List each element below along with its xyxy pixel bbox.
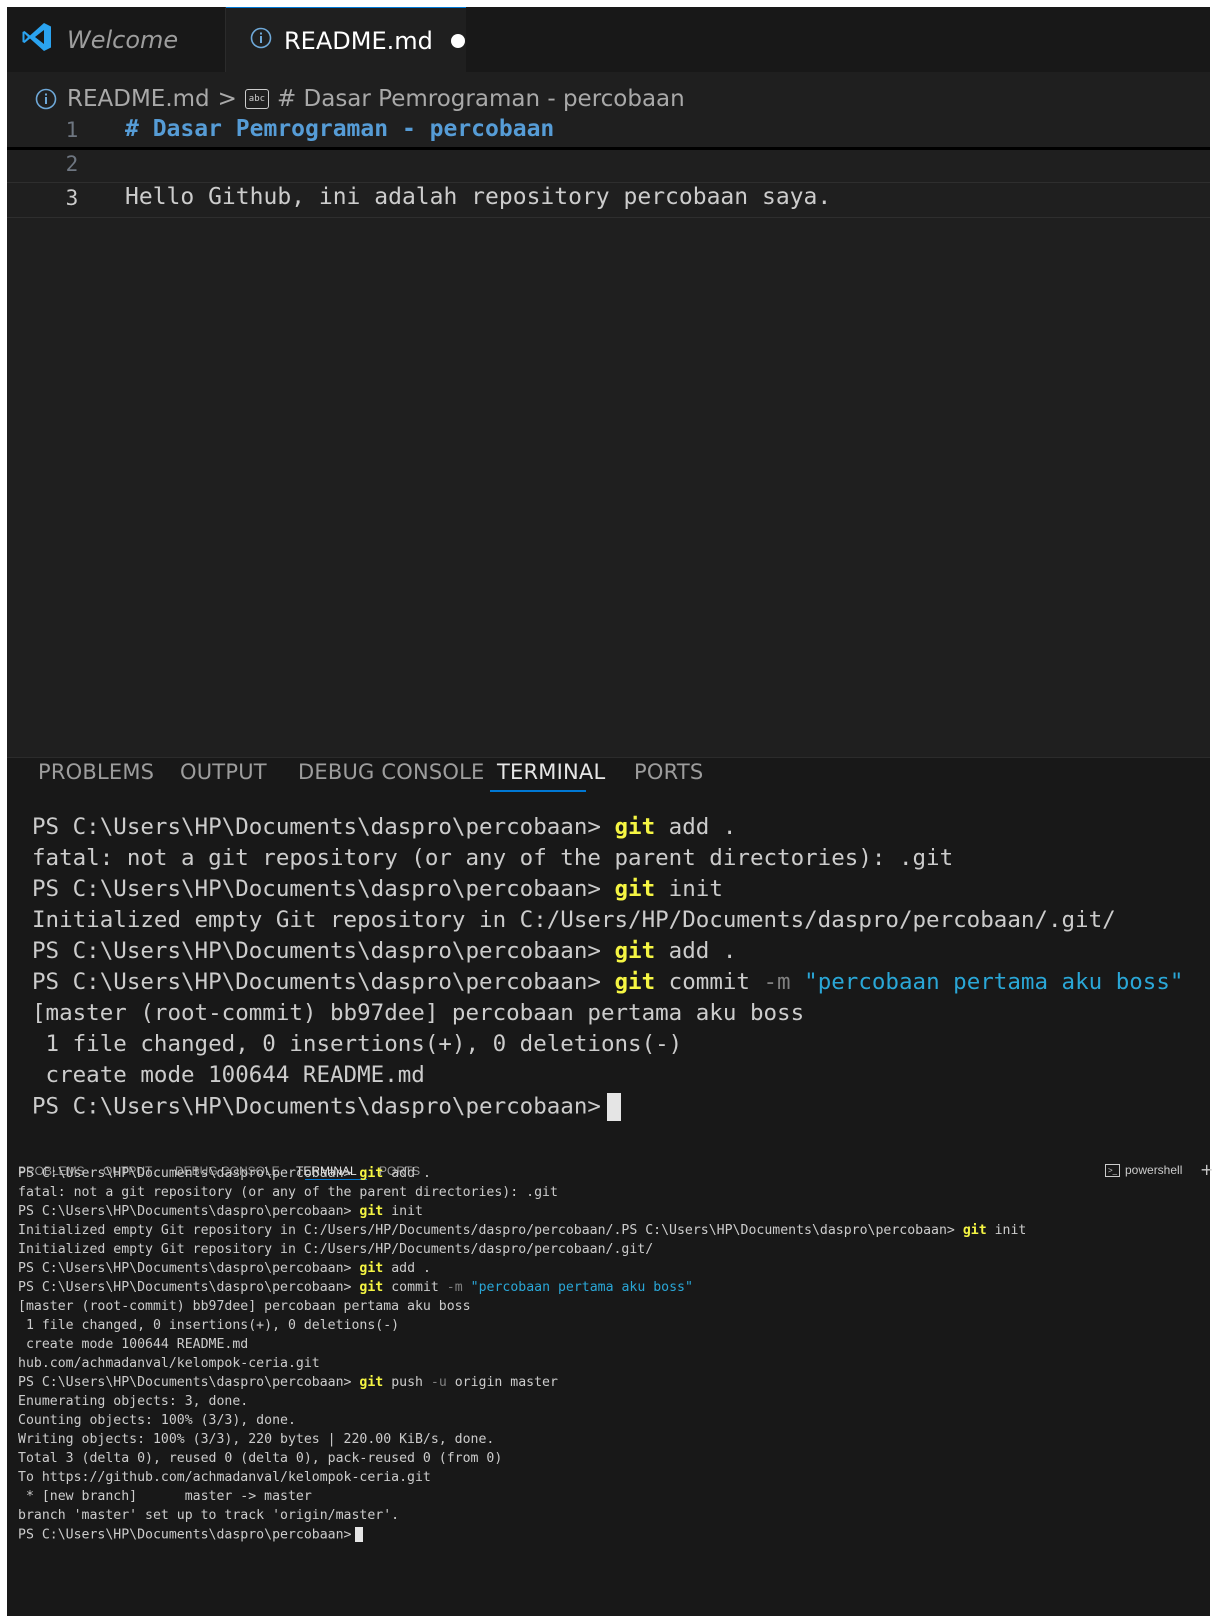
terminal-line: Total 3 (delta 0), reused 0 (delta 0), p… — [18, 1451, 503, 1466]
breadcrumb-separator: > — [217, 86, 237, 112]
line-separator — [7, 147, 1210, 150]
terminal-line: create mode 100644 README.md — [18, 1337, 249, 1352]
terminal-icon: >_ — [1105, 1163, 1120, 1177]
terminal-line: PS C:\Users\HP\Documents\daspro\percobaa… — [18, 1204, 423, 1219]
terminal-line: PS C:\Users\HP\Documents\daspro\percobaa… — [18, 1166, 431, 1181]
tab-output[interactable]: OUTPUT — [180, 760, 267, 784]
terminal-line: [master (root-commit) bb97dee] percobaan… — [18, 1299, 471, 1314]
tab-ports[interactable]: PORTS — [634, 760, 703, 784]
terminal-line: fatal: not a git repository (or any of t… — [18, 1185, 558, 1200]
terminal-line: Initialized empty Git repository in C:/U… — [32, 907, 1116, 933]
active-tab-indicator — [490, 790, 586, 792]
terminal-prompt-line[interactable]: PS C:\Users\HP\Documents\daspro\percobaa… — [18, 1527, 364, 1543]
terminal-line: branch 'master' set up to track 'origin/… — [18, 1508, 400, 1523]
terminal-line: PS C:\Users\HP\Documents\daspro\percobaa… — [32, 938, 737, 964]
terminal-line: fatal: not a git repository (or any of t… — [32, 845, 954, 871]
terminal-line: * [new branch] master -> master — [18, 1489, 312, 1504]
vscode-logo-icon — [21, 21, 53, 59]
tab-debug-console[interactable]: DEBUG CONSOLE — [298, 760, 485, 784]
info-icon — [35, 88, 57, 110]
tab-welcome[interactable]: Welcome — [7, 7, 226, 72]
line-number: 1 — [65, 118, 79, 142]
line-number: 3 — [65, 186, 79, 210]
code-line[interactable]: Hello Github, ini adalah repository perc… — [125, 184, 831, 210]
terminal-line: PS C:\Users\HP\Documents\daspro\percobaa… — [18, 1375, 558, 1390]
terminal-line: create mode 100644 README.md — [32, 1062, 425, 1088]
terminal-line: 1 file changed, 0 insertions(+), 0 delet… — [32, 1031, 683, 1057]
terminal-line: Counting objects: 100% (3/3), done. — [18, 1413, 296, 1428]
terminal-line: To https://github.com/achmadanval/kelomp… — [18, 1470, 431, 1485]
tab-welcome-label: Welcome — [67, 25, 179, 54]
terminal-line: Writing objects: 100% (3/3), 220 bytes |… — [18, 1432, 495, 1447]
terminal-line: 1 file changed, 0 insertions(+), 0 delet… — [18, 1318, 400, 1333]
terminal-line: Initialized empty Git repository in C:/U… — [18, 1223, 1027, 1238]
shell-selector[interactable]: >_ powershell — [1105, 1163, 1182, 1177]
terminal-line: PS C:\Users\HP\Documents\daspro\percobaa… — [32, 876, 723, 902]
shell-label: powershell — [1125, 1163, 1183, 1177]
breadcrumb: README.md > abc # Dasar Pemrograman - pe… — [35, 79, 685, 119]
terminal-line: [master (root-commit) bb97dee] percobaan… — [32, 1000, 805, 1026]
tab-readme-label: README.md — [284, 26, 433, 55]
string-symbol-icon: abc — [244, 89, 269, 109]
terminal-cursor — [355, 1527, 364, 1542]
tab-terminal[interactable]: TERMINAL — [497, 760, 605, 784]
code-line-heading[interactable]: # Dasar Pemrograman - percobaan — [125, 116, 554, 142]
terminal-line: PS C:\Users\HP\Documents\daspro\percobaa… — [18, 1261, 431, 1276]
unsaved-dot-icon[interactable] — [450, 33, 465, 48]
info-icon — [250, 27, 272, 55]
terminal-line: PS C:\Users\HP\Documents\daspro\percobaa… — [32, 969, 1184, 995]
plus-icon[interactable]: + — [1200, 1160, 1213, 1179]
breadcrumb-file[interactable]: README.md — [67, 86, 210, 112]
terminal-line: PS C:\Users\HP\Documents\daspro\percobaa… — [32, 814, 737, 840]
terminal-line: PS C:\Users\HP\Documents\daspro\percobaa… — [18, 1280, 693, 1295]
terminal-line: Enumerating objects: 3, done. — [18, 1394, 249, 1409]
tab-readme[interactable]: README.md — [226, 7, 466, 73]
terminal-line: hub.com/achmadanval/kelompok-ceria.git — [18, 1356, 320, 1371]
breadcrumb-symbol[interactable]: # Dasar Pemrograman - percobaan — [277, 86, 685, 112]
line-number: 2 — [65, 152, 79, 176]
tab-problems[interactable]: PROBLEMS — [38, 760, 154, 784]
terminal-line: Initialized empty Git repository in C:/U… — [18, 1242, 654, 1257]
tab-bar: Welcome README.md — [7, 7, 1210, 73]
terminal-cursor — [606, 1093, 621, 1121]
terminal-prompt-line[interactable]: PS C:\Users\HP\Documents\daspro\percobaa… — [32, 1093, 621, 1121]
